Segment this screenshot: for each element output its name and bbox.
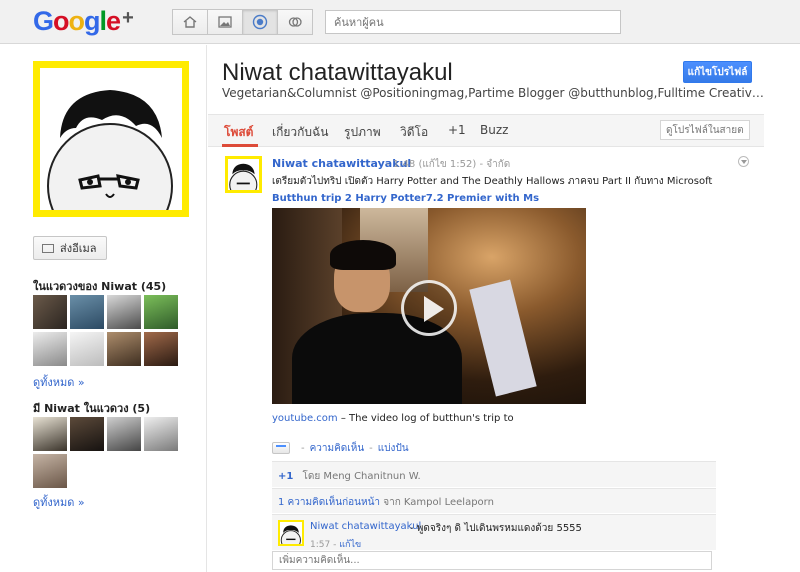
circle-avatar[interactable] [33,454,67,488]
nav-buttons [172,9,313,35]
avatar-illustration [280,525,301,544]
post-time[interactable]: 1:48 [393,159,415,170]
post-author-avatar[interactable] [225,156,262,193]
circle-avatar[interactable] [144,295,178,329]
profile-photo[interactable] [33,61,189,217]
plusone-summary: +1 โดย Meng Chanitnun W. [272,461,716,487]
edit-profile-button[interactable]: แก้ไขโปรไฟล์ [683,61,752,83]
view-profile-as-input[interactable] [660,120,750,140]
top-bar: Google + [0,0,800,44]
previous-comments-from: จาก Kampol Leelaporn [383,497,494,508]
circle-avatar[interactable] [107,332,141,366]
circle-avatar[interactable] [107,417,141,451]
photos-icon [218,16,232,28]
circle-avatar[interactable] [144,417,178,451]
circle-avatar[interactable] [70,417,104,451]
has-in-circles-grid [33,417,178,488]
in-circles-see-all-link[interactable]: ดูทั้งหมด » [33,373,85,391]
tab-posts[interactable]: โพสต์ [224,123,253,142]
post-link-title[interactable]: Butthun trip 2 Harry Potter7.2 Premier w… [272,193,539,204]
tab-plusone[interactable]: +1 [448,123,466,137]
post-edited: (แก้ไข 1:52) [418,159,477,170]
has-in-circles-see-all-link[interactable]: ดูทั้งหมด » [33,493,85,511]
tab-buzz[interactable]: Buzz [480,123,508,137]
active-tab-indicator [222,144,258,147]
mail-icon [42,243,54,253]
video-description: – The video log of butthun's trip to [340,413,514,424]
tab-photos[interactable]: รูปภาพ [344,123,381,142]
comment-edit-link[interactable]: แก้ไข [339,540,361,550]
comment-link[interactable]: ความคิดเห็น [310,441,365,456]
post-meta: - 1:48 (แก้ไข 1:52) - จำกัด [386,159,511,170]
post-options-icon[interactable] [738,156,749,167]
circle-avatar[interactable] [33,417,67,451]
share-link[interactable]: แบ่งปัน [378,441,409,456]
left-sidebar: ส่งอีเมล ในแวดวงของ Niwat (45) ดูทั้งหมด… [0,45,207,572]
video-thumbnail[interactable] [272,208,586,404]
add-comment-input[interactable] [272,551,712,570]
circle-avatar[interactable] [107,295,141,329]
previous-comments-link[interactable]: 1 ความคิดเห็นก่อนหน้า [278,497,380,508]
home-icon [183,16,197,28]
comment-author-avatar[interactable] [278,520,304,546]
circle-avatar[interactable] [33,295,67,329]
home-button[interactable] [172,9,208,35]
avatar-illustration [229,163,258,190]
circle-avatar[interactable] [33,332,67,366]
profile-name: Niwat chatawittayakul [222,59,453,86]
comment-text: - พูดจริงๆ ดิ ไปเดินพรหมแดงด้วย 5555 [410,523,582,534]
send-email-button[interactable]: ส่งอีเมล [33,236,108,260]
post-text: เตรียมตัวไปทริป เปิดตัว Harry Potter and… [272,176,713,187]
video-source-link[interactable]: youtube.com [272,413,338,424]
in-circles-title: ในแวดวงของ Niwat (45) [33,280,167,293]
in-circles-grid [33,295,178,366]
comment-meta: 1:57 - แก้ไข [310,540,362,550]
circles-button[interactable] [277,9,313,35]
photos-button[interactable] [207,9,243,35]
plusone-icon[interactable] [272,442,290,454]
tab-about[interactable]: เกี่ยวกับฉัน [272,123,328,142]
google-plus-logo[interactable]: Google + [33,6,134,37]
circle-avatar[interactable] [144,332,178,366]
previous-comments-bar: 1 ความคิดเห็นก่อนหน้า จาก Kampol Leelapo… [272,488,716,513]
post-actions: - ความคิดเห็น - แบ่งปัน [272,439,409,457]
circle-avatar[interactable] [70,295,104,329]
video-source: youtube.com – The video log of butthun's… [272,413,514,424]
comment-time: 1:57 [310,540,331,550]
post-visibility[interactable]: จำกัด [486,159,510,170]
send-email-label: ส่งอีเมล [60,242,97,255]
plusone-label: +1 [278,471,294,482]
profile-tagline: Vegetarian&Columnist @Positioningmag,Par… [222,86,767,100]
search-input[interactable] [325,10,621,34]
profile-photo-illustration [40,68,182,210]
plusone-by: โดย Meng Chanitnun W. [302,471,421,482]
circles-icon [288,17,302,27]
video-person-hair [330,240,396,270]
circle-avatar[interactable] [70,332,104,366]
tab-videos[interactable]: วิดีโอ [400,123,428,142]
has-in-circles-title: มี Niwat ในแวดวง (5) [33,402,151,415]
comment: Niwat chatawittayakul - พูดจริงๆ ดิ ไปเด… [272,514,716,550]
play-icon[interactable] [401,280,457,336]
profile-icon [252,14,268,30]
comment-author[interactable]: Niwat chatawittayakul [310,521,421,532]
profile-button[interactable] [242,9,278,35]
